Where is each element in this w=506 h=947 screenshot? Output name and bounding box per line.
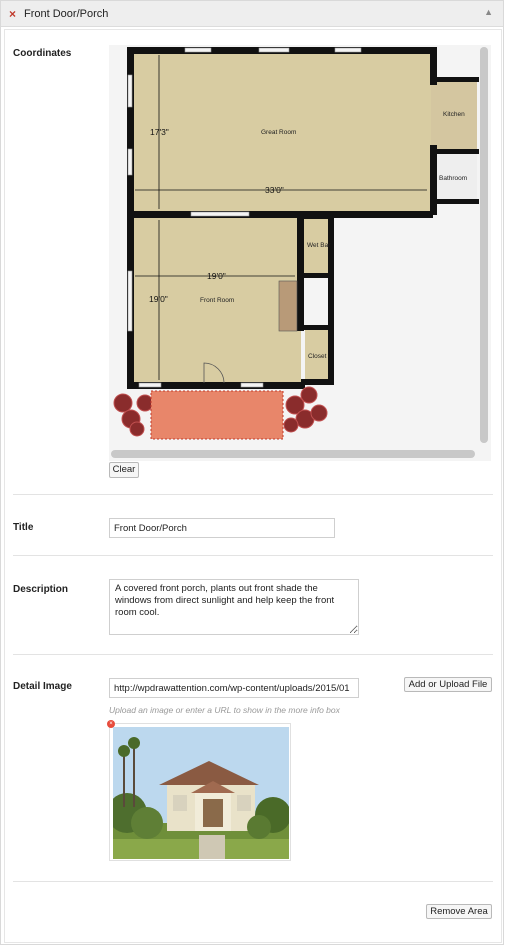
dim-label-3: 19'0": [207, 271, 226, 281]
porch-highlight-area[interactable]: [150, 390, 284, 440]
collapse-toggle-icon[interactable]: ▲: [484, 7, 493, 17]
area-panel: × Front Door/Porch ▲ Coordinates 17'3" 3…: [0, 0, 504, 945]
panel-header[interactable]: × Front Door/Porch ▲: [1, 1, 503, 27]
description-label: Description: [13, 584, 69, 595]
divider-1: [13, 494, 493, 495]
dim-label-2: 33'0": [265, 185, 284, 195]
add-upload-file-button[interactable]: Add or Upload File: [404, 677, 492, 692]
vertical-scrollbar-thumb[interactable]: [480, 47, 488, 443]
description-textarea[interactable]: A covered front porch, plants out front …: [109, 579, 359, 635]
fireplace: [278, 280, 298, 332]
close-icon[interactable]: ×: [9, 7, 16, 21]
room-label-kitchen: Kitchen: [443, 111, 465, 118]
coordinates-label: Coordinates: [13, 48, 72, 59]
title-label: Title: [13, 522, 34, 533]
floorplan-map[interactable]: 17'3" 33'0" 19'0" 19'0" Great Room Kitch…: [109, 45, 491, 461]
floorplan-svg[interactable]: 17'3" 33'0" 19'0" 19'0" Great Room Kitch…: [109, 45, 479, 455]
remove-area-button[interactable]: Remove Area: [426, 904, 492, 919]
divider-4: [13, 881, 493, 882]
detail-image-url-input[interactable]: [109, 678, 359, 698]
clear-button[interactable]: Clear: [109, 462, 139, 478]
title-input[interactable]: [109, 518, 335, 538]
room-label-bathroom: Bathroom: [439, 175, 467, 182]
dim-label-1: 17'3": [150, 127, 169, 137]
divider-2: [13, 555, 493, 556]
room-label-great-room: Great Room: [261, 129, 296, 136]
detail-image-label: Detail Image: [13, 681, 72, 692]
room-label-wet-bar: Wet Bar: [307, 242, 331, 249]
detail-image-thumbnail: ×: [107, 720, 291, 861]
room-label-closet: Closet: [308, 353, 327, 360]
vertical-scrollbar[interactable]: [480, 47, 488, 443]
detail-image-hint: Upload an image or enter a URL to show i…: [109, 705, 340, 715]
house-photo: [113, 727, 289, 859]
horizontal-scrollbar[interactable]: [111, 450, 475, 458]
dim-label-4: 19'0": [149, 294, 168, 304]
room-label-front-room: Front Room: [200, 297, 234, 304]
divider-3: [13, 654, 493, 655]
panel-title: Front Door/Porch: [24, 8, 109, 20]
